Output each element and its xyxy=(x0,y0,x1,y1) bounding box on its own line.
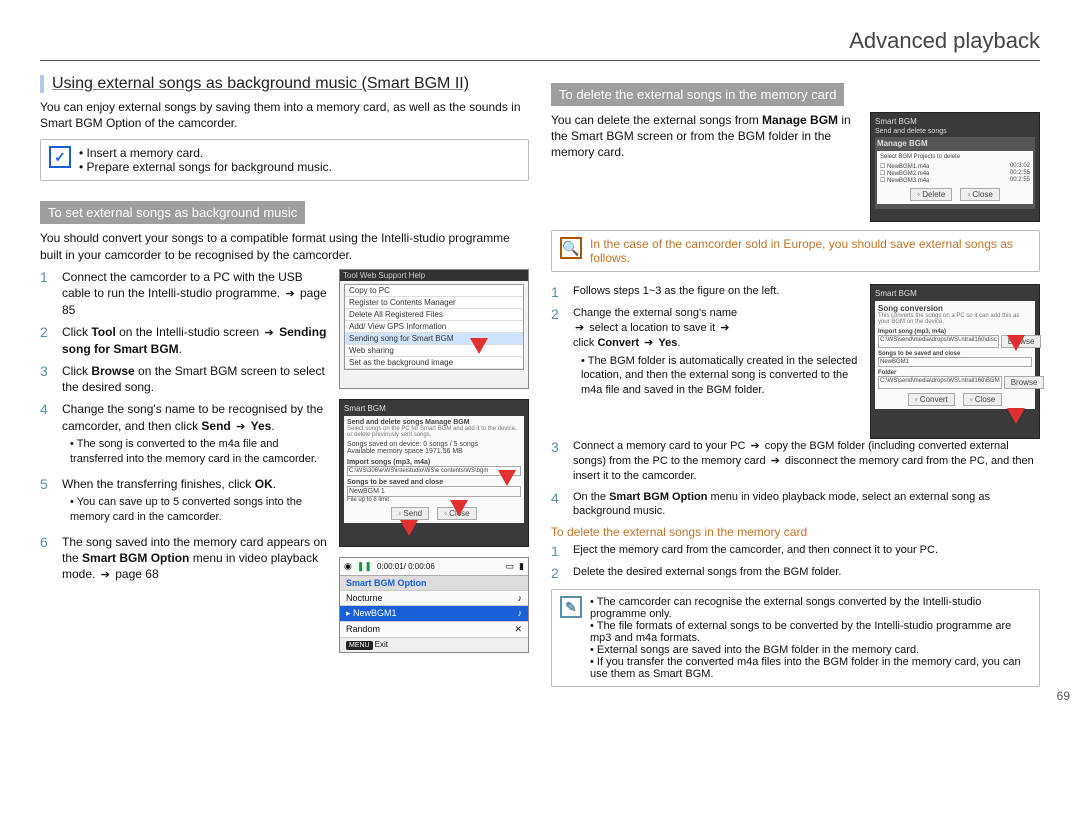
page-number: 69 xyxy=(1057,689,1070,703)
menu-item[interactable]: Random✕ xyxy=(340,621,528,637)
pause-icon[interactable]: ❚❚ xyxy=(357,561,372,572)
delete-button[interactable]: ◦ Delete xyxy=(910,188,952,201)
step-body: Click Browse on the Smart BGM screen to … xyxy=(62,363,331,395)
note-line: The camcorder can recognise the external… xyxy=(590,596,1031,620)
pointer-icon xyxy=(498,470,516,486)
step-body: Connect a memory card to your PC copy th… xyxy=(573,439,1040,484)
pointer-icon xyxy=(450,500,468,516)
step-body: The song saved into the memory card appe… xyxy=(62,534,331,583)
pencil-icon: ✎ xyxy=(560,596,582,618)
step-body: Follows steps 1~3 as the figure on the l… xyxy=(573,284,860,300)
step-number: 1 xyxy=(40,269,54,318)
section-title: To delete the external songs in the memo… xyxy=(551,83,844,106)
step-body: Connect the camcorder to a PC with the U… xyxy=(62,269,331,318)
figure-tool-menu: Tool Web Support Help Copy to PC Registe… xyxy=(339,269,529,389)
figure-playback-menu: ◉ ❚❚ 0:00:01/ 0:00:06 ▭ ▮ Smart BGM Opti… xyxy=(339,557,529,653)
note-line: If you transfer the converted m4a files … xyxy=(590,656,1031,680)
note-line: Insert a memory card. xyxy=(79,146,332,160)
page-title: Advanced playback xyxy=(849,28,1040,54)
note-box-europe: 🔍 In the case of the camcorder sold in E… xyxy=(551,230,1040,272)
convert-button[interactable]: ◦ Convert xyxy=(908,393,955,406)
menu-item-active[interactable]: ▸ NewBGM1♪ xyxy=(340,605,528,621)
figure-smart-bgm-send: Smart BGM Send and delete songs Manage B… xyxy=(339,399,529,547)
note-line: External songs are saved into the BGM fo… xyxy=(590,644,1031,656)
note-box-formats: ✎ The camcorder can recognise the extern… xyxy=(551,589,1040,687)
figure-manage-bgm: Smart BGM Send and delete songs Manage B… xyxy=(870,112,1040,222)
section-main-title: Using external songs as background music… xyxy=(40,75,529,93)
arrow-icon xyxy=(283,286,296,300)
pointer-icon xyxy=(1007,335,1025,351)
send-button[interactable]: ◦ Send xyxy=(391,507,429,520)
check-icon: ✓ xyxy=(49,146,71,168)
menu-header: Smart BGM Option xyxy=(340,576,528,590)
pointer-icon xyxy=(400,520,418,536)
step-body: Change the song's name to be recognised … xyxy=(62,401,331,470)
close-button[interactable]: ◦ Close xyxy=(963,393,1003,406)
menu-item[interactable]: Nocturne♪ xyxy=(340,590,528,605)
sub-heading-link: To delete the external songs in the memo… xyxy=(551,525,1040,539)
sd-icon: ▭ xyxy=(506,561,515,572)
close-button[interactable]: ◦ Close xyxy=(960,188,1000,201)
page-header: Advanced playback xyxy=(40,28,1040,61)
note-line: Prepare external songs for background mu… xyxy=(79,160,332,174)
pointer-icon xyxy=(470,338,488,354)
step-body: Click Tool on the Intelli-studio screen … xyxy=(62,324,331,357)
section-intro: You should convert your songs to a compa… xyxy=(40,230,529,262)
section-title: To set external songs as background musi… xyxy=(40,201,305,224)
step-body: Delete the desired external songs from t… xyxy=(573,565,1040,581)
note-box-insert: ✓ Insert a memory card. Prepare external… xyxy=(40,139,529,181)
step-body: On the Smart BGM Option menu in video pl… xyxy=(573,490,1040,520)
note-line: The file formats of external songs to be… xyxy=(590,620,1031,644)
browse-button[interactable]: Browse xyxy=(1004,376,1045,389)
stop-icon[interactable]: ◉ xyxy=(344,561,352,572)
search-icon: 🔍 xyxy=(560,237,582,259)
step-body: When the transferring finishes, click OK… xyxy=(62,476,331,528)
intro-text: You can enjoy external songs by saving t… xyxy=(40,99,529,131)
delete-intro: You can delete the external songs from M… xyxy=(551,112,860,161)
step-body: Eject the memory card from the camcorder… xyxy=(573,543,1040,559)
figure-song-conversion: Smart BGM Song conversion This converts … xyxy=(870,284,1040,439)
menu-exit[interactable]: MENUExit xyxy=(340,637,528,652)
battery-icon: ▮ xyxy=(519,561,524,572)
pointer-icon xyxy=(1007,408,1025,424)
step-body: Change the external song's name select a… xyxy=(573,306,860,401)
